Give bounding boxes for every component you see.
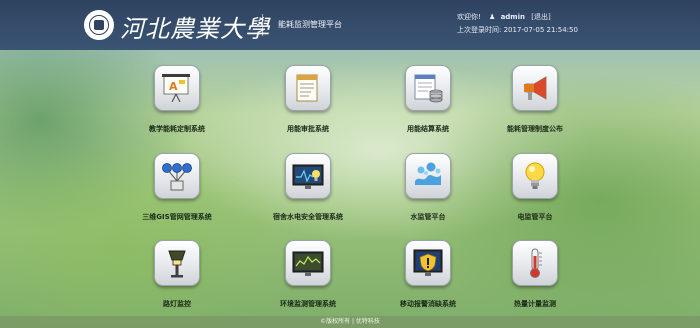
monitor-chart-icon <box>285 240 331 286</box>
water-splash-icon <box>405 153 451 199</box>
tile-teaching-energy[interactable]: A 教学能耗定制系统 <box>112 65 242 141</box>
tile-label: 三维GIS管网管理系统 <box>142 213 212 221</box>
thermometer-icon <box>512 240 558 286</box>
monitor-bulb-icon <box>285 153 331 199</box>
presentation-icon: A <box>154 65 200 111</box>
tile-power-platform[interactable]: 电监管平台 <box>470 153 600 229</box>
alert-shield-icon <box>405 240 451 286</box>
system-tile-grid: A 教学能耗定制系统 用能审批系统 用能结算系统 能耗管理制度公布 三维GIS管… <box>0 0 700 328</box>
tile-management-rules[interactable]: 能耗管理制度公布 <box>470 65 600 141</box>
tile-label: 电监管平台 <box>517 213 553 221</box>
megaphone-icon <box>512 65 558 111</box>
tile-label: 教学能耗定制系统 <box>149 125 205 133</box>
tile-label: 热量计量监测 <box>514 300 556 308</box>
tile-heat-metering[interactable]: 热量计量监测 <box>470 240 600 316</box>
street-lamp-icon <box>154 240 200 286</box>
tile-street-lamp[interactable]: 路灯监控 <box>112 240 242 316</box>
document-approval-icon <box>285 65 331 111</box>
footer-copyright: ©版权所有 | 优特科技 <box>0 316 700 328</box>
tile-label: 路灯监控 <box>163 300 191 308</box>
tile-gis-pipeline[interactable]: 三维GIS管网管理系统 <box>112 153 242 229</box>
lightbulb-icon <box>512 153 558 199</box>
settlement-icon <box>405 65 451 111</box>
network-nodes-icon <box>154 153 200 199</box>
svg-text:A: A <box>169 80 178 93</box>
tile-label: 能耗管理制度公布 <box>507 125 563 133</box>
